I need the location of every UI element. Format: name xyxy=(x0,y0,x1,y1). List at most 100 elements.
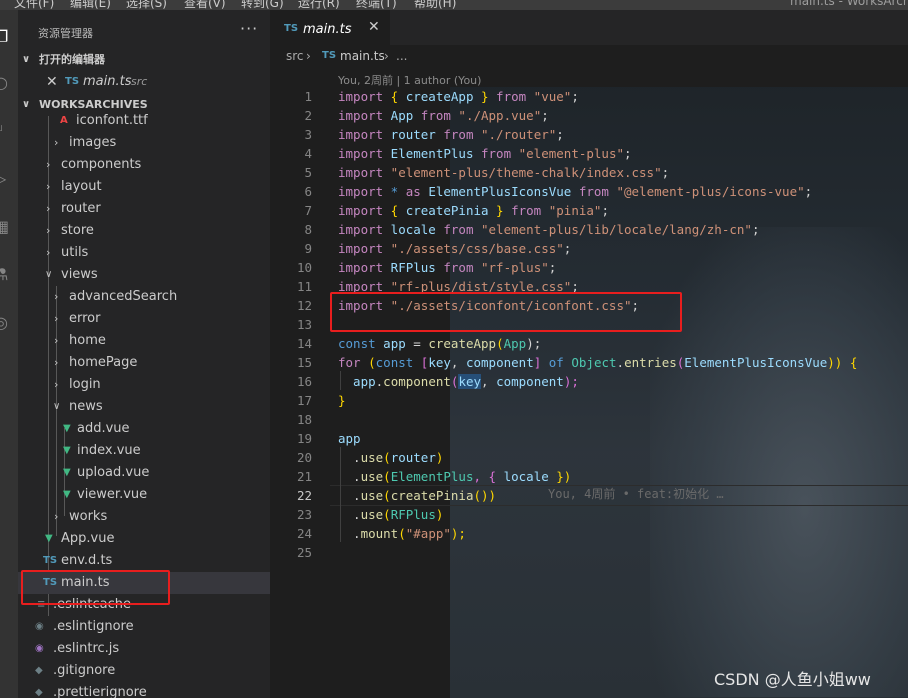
menu-terminal[interactable]: 终端(T) xyxy=(356,0,397,10)
breadcrumb-symbols[interactable]: ... xyxy=(396,45,407,67)
line-number: 11 xyxy=(296,279,312,294)
code-line: import * as ElementPlusIconsVue from "@e… xyxy=(338,184,813,199)
tree-item-views[interactable]: ∨ views xyxy=(18,264,270,286)
code-line: } xyxy=(338,393,346,408)
search-icon[interactable]: ○ xyxy=(0,74,12,92)
tree-item-iconfont-ttf[interactable]: A iconfont.ttf xyxy=(18,110,270,132)
chevron-down-icon: ∨ xyxy=(45,269,53,280)
line-number: 25 xyxy=(296,545,312,560)
line-number: 2 xyxy=(304,108,312,123)
line-number: 10 xyxy=(296,260,312,275)
breadcrumb-src[interactable]: src xyxy=(286,45,304,67)
codelens-blame[interactable]: You, 2周前 | 1 author (You) xyxy=(338,72,481,88)
code-line: import { createPinia } from "pinia"; xyxy=(338,203,609,218)
line-number: 15 xyxy=(296,355,312,370)
line-number: 14 xyxy=(296,336,312,351)
menu-edit[interactable]: 编辑(E) xyxy=(70,0,111,10)
menu-help[interactable]: 帮助(H) xyxy=(414,0,456,10)
tree-item-utils[interactable]: › utils xyxy=(18,242,270,264)
tree-item-add-vue[interactable]: ▼ add.vue xyxy=(18,418,270,440)
line-number: 4 xyxy=(304,146,312,161)
menu-view[interactable]: 查看(V) xyxy=(184,0,226,10)
tree-item-news[interactable]: ∨ news xyxy=(18,396,270,418)
typescript-file-icon: TS xyxy=(322,50,337,61)
tree-item-gitignore[interactable]: ◆ .gitignore xyxy=(18,660,270,682)
chevron-right-icon: › xyxy=(46,180,51,193)
more-actions-icon[interactable]: ··· xyxy=(240,19,258,38)
eslint-file-icon: ◉ xyxy=(35,643,44,654)
line-number: 1 xyxy=(304,89,312,104)
chevron-down-icon: ∨ xyxy=(22,54,31,65)
explorer-title: 资源管理器 xyxy=(38,27,93,40)
tree-item-images[interactable]: › images xyxy=(18,132,270,154)
line-number: 24 xyxy=(296,526,312,541)
inline-git-blame: You, 4周前 • feat:初始化 … xyxy=(548,487,724,501)
line-number: 8 xyxy=(304,222,312,237)
tree-item-home[interactable]: › home xyxy=(18,330,270,352)
breadcrumb-main-ts[interactable]: main.ts xyxy=(340,45,385,67)
vue-file-icon: ▼ xyxy=(63,445,71,456)
chevron-down-icon: ∨ xyxy=(53,401,61,412)
remote-icon[interactable]: ◎ xyxy=(0,314,12,332)
line-number: 16 xyxy=(296,374,312,389)
tree-item-store[interactable]: › store xyxy=(18,220,270,242)
code-line: .use(ElementPlus, { locale }) xyxy=(338,469,572,484)
git-file-icon: ◆ xyxy=(35,665,43,676)
code-line: import RFPlus from "rf-plus"; xyxy=(338,260,557,275)
tree-item-components[interactable]: › components xyxy=(18,154,270,176)
code-line: .use(createPinia()) xyxy=(338,488,497,503)
breadcrumb: src › TS main.ts › ... xyxy=(270,45,908,67)
tree-item-advancedsearch[interactable]: › advancedSearch xyxy=(18,286,270,308)
close-icon[interactable]: ✕ xyxy=(368,19,380,35)
font-file-icon: A xyxy=(60,115,68,126)
menu-selection[interactable]: 选择(S) xyxy=(126,0,167,10)
chevron-right-icon: › xyxy=(54,378,59,391)
close-icon[interactable]: ✕ xyxy=(46,71,58,93)
vue-file-icon: ▼ xyxy=(63,423,71,434)
explorer-icon[interactable]: ❐ xyxy=(0,28,12,46)
line-number: 3 xyxy=(304,127,312,142)
line-number: 9 xyxy=(304,241,312,256)
testing-icon[interactable]: ⚗ xyxy=(0,266,12,284)
open-editors-section[interactable]: ∨ 打开的编辑器 xyxy=(18,49,270,71)
code-line: app xyxy=(338,431,361,446)
typescript-file-icon: TS xyxy=(43,555,58,566)
tree-item-env-d-ts[interactable]: TS env.d.ts xyxy=(18,550,270,572)
tree-item-app-vue[interactable]: ▼ App.vue xyxy=(18,528,270,550)
tree-item-eslintignore[interactable]: ◉ .eslintignore xyxy=(18,616,270,638)
watermark: CSDN @人鱼小姐ww xyxy=(714,670,871,689)
tree-item-login[interactable]: › login xyxy=(18,374,270,396)
chevron-right-icon: › xyxy=(46,158,51,171)
chevron-right-icon: › xyxy=(54,510,59,523)
editor-tab-bar: TS main.ts ✕ xyxy=(270,10,908,45)
tree-item-viewer-vue[interactable]: ▼ viewer.vue xyxy=(18,484,270,506)
tree-item-eslintrc-js[interactable]: ◉ .eslintrc.js xyxy=(18,638,270,660)
tree-item-prettierignore[interactable]: ◆ .prettierignore xyxy=(18,682,270,698)
tab-main-ts[interactable]: TS main.ts ✕ xyxy=(270,10,390,45)
chevron-right-icon: › xyxy=(46,246,51,259)
tree-item-layout[interactable]: › layout xyxy=(18,176,270,198)
line-number: 12 xyxy=(296,298,312,313)
code-line: .use(router) xyxy=(338,450,444,465)
open-editor-item[interactable]: ✕ TS main.ts src xyxy=(18,71,270,93)
menu-go[interactable]: 转到(G) xyxy=(241,0,284,10)
line-number: 21 xyxy=(296,469,312,484)
source-control-icon[interactable]: ⑂ xyxy=(0,122,12,140)
tree-item-works[interactable]: › works xyxy=(18,506,270,528)
code-editor[interactable]: You, 2周前 | 1 author (You) 1 2 3 4 5 6 7 … xyxy=(270,67,908,698)
tree-item-router[interactable]: › router xyxy=(18,198,270,220)
breadcrumb-separator: › xyxy=(306,49,311,63)
run-debug-icon[interactable]: ▷ xyxy=(0,170,12,188)
code-line: import "element-plus/theme-chalk/index.c… xyxy=(338,165,670,180)
code-line: for (const [key, component] of Object.en… xyxy=(338,355,858,370)
tree-item-index-vue[interactable]: ▼ index.vue xyxy=(18,440,270,462)
menu-file[interactable]: 文件(F) xyxy=(14,0,54,10)
tree-item-error[interactable]: › error xyxy=(18,308,270,330)
vue-file-icon: ▼ xyxy=(45,533,53,544)
tree-item-homepage[interactable]: › homePage xyxy=(18,352,270,374)
code-line: .use(RFPlus) xyxy=(338,507,444,522)
menu-run[interactable]: 运行(R) xyxy=(298,0,340,10)
tree-item-upload-vue[interactable]: ▼ upload.vue xyxy=(18,462,270,484)
extensions-icon[interactable]: ▦ xyxy=(0,218,12,236)
code-line: import "./assets/css/base.css"; xyxy=(338,241,572,256)
